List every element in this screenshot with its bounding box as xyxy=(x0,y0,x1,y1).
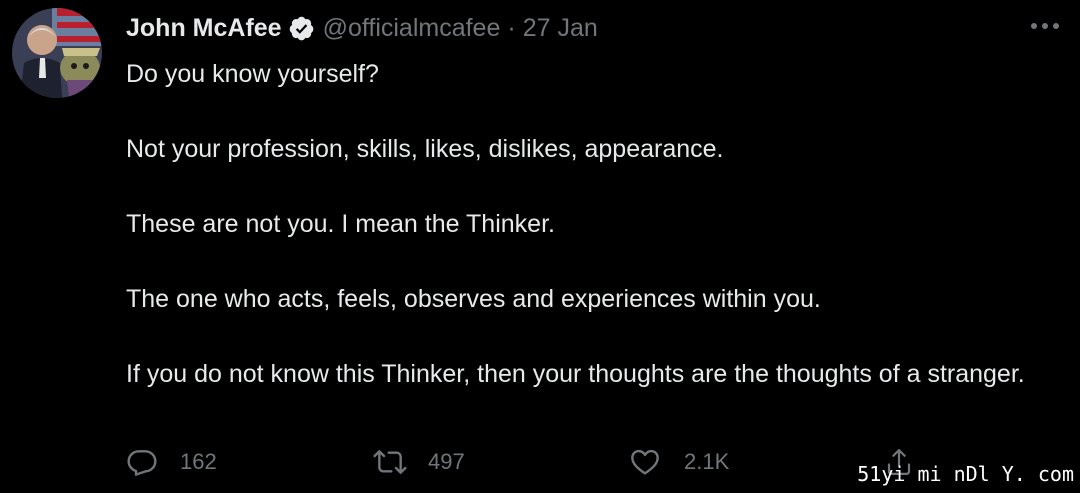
avatar-image xyxy=(12,8,102,98)
retweet-count: 497 xyxy=(428,449,465,474)
tweet-date[interactable]: 27 Jan xyxy=(523,14,598,43)
header-separator: · xyxy=(507,13,516,42)
tweet-paragraph: The one who acts, feels, observes and ex… xyxy=(126,285,821,313)
reply-count: 162 xyxy=(180,449,217,474)
retweet-icon xyxy=(373,450,407,474)
display-name[interactable]: John McAfee xyxy=(126,14,282,43)
reply-icon xyxy=(127,450,157,476)
tweet-paragraph: These are not you. I mean the Thinker. xyxy=(126,210,555,238)
verified-badge-icon xyxy=(288,15,315,42)
avatar[interactable] xyxy=(12,8,102,98)
reply-button[interactable]: 162 xyxy=(126,444,217,480)
like-button[interactable]: 2.1K xyxy=(628,444,729,480)
more-options-icon[interactable] xyxy=(1028,16,1062,36)
like-count: 2.1K xyxy=(684,449,730,474)
user-handle[interactable]: @officialmcafee xyxy=(323,14,501,43)
retweet-button[interactable]: 497 xyxy=(372,444,465,480)
like-icon xyxy=(631,449,659,475)
tweet-paragraph: Not your profession, skills, likes, disl… xyxy=(126,135,724,163)
tweet-paragraph: If you do not know this Thinker, then yo… xyxy=(126,360,1025,388)
watermark: 51yi mi nDl Y. com xyxy=(857,462,1074,486)
tweet-text: Do you know yourself? Not your professio… xyxy=(126,56,1061,393)
tweet-header: John McAfee @officialmcafee · 27 Jan xyxy=(126,10,598,46)
tweet-paragraph: Do you know yourself? xyxy=(126,60,379,88)
